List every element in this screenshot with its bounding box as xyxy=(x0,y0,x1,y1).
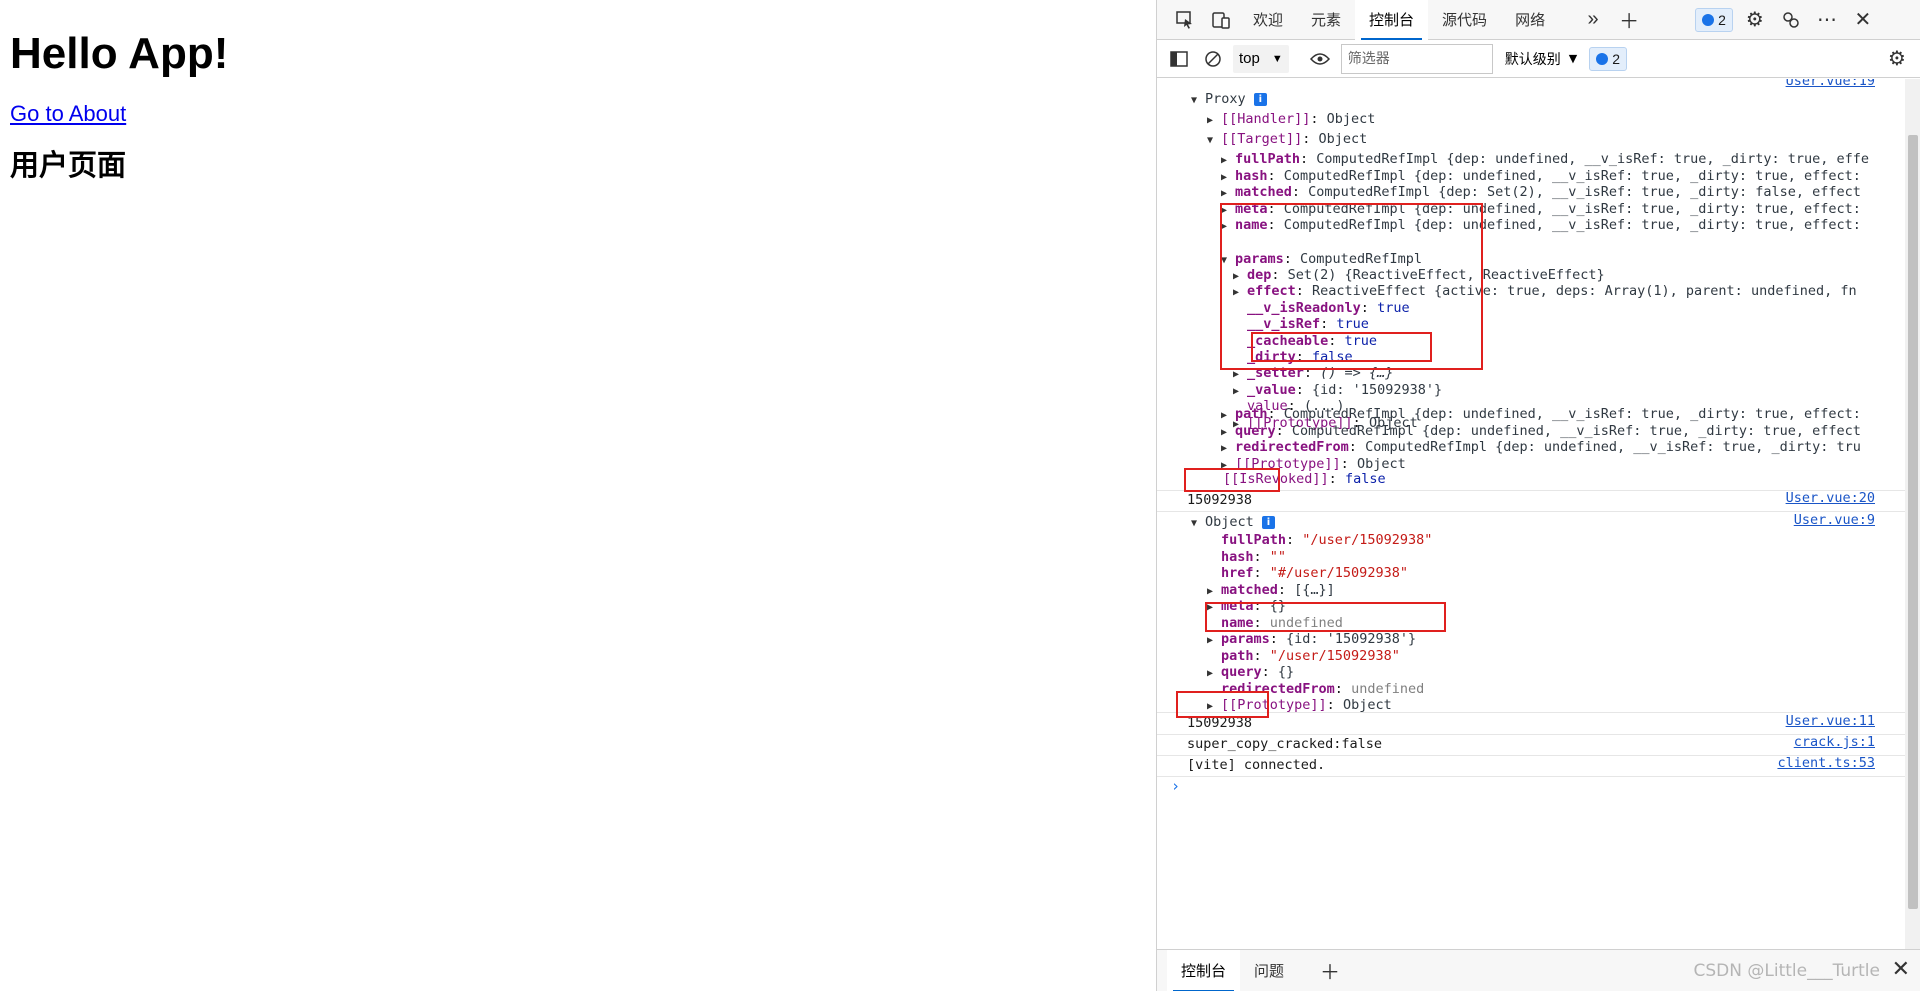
message-icon xyxy=(1702,13,1715,26)
devtools-tabbar: 欢迎 元素 控制台 源代码 网络 » ＋ 2 ⚙ ⋯ ✕ xyxy=(1157,0,1920,40)
drawer-tab-issues[interactable]: 问题 xyxy=(1240,950,1298,991)
dropdown-icon: ▼ xyxy=(1568,52,1578,65)
dropdown-icon: ▼ xyxy=(1271,52,1283,65)
handler-key: [[Handler]] xyxy=(1221,111,1311,127)
separator xyxy=(1157,776,1905,777)
context-selector[interactable]: top ▼ xyxy=(1233,44,1289,73)
log-levels-label: 默认级别 xyxy=(1504,51,1561,68)
expand-triangle-icon: ▶ xyxy=(1221,221,1228,232)
more-options-icon[interactable]: ⋯ xyxy=(1809,2,1845,38)
about-link[interactable]: Go to About xyxy=(10,101,126,127)
tree-node[interactable]: ▼ Object i xyxy=(1191,512,1275,532)
scrollbar-thumb[interactable] xyxy=(1908,135,1918,909)
tab-console[interactable]: 控制台 xyxy=(1355,0,1429,40)
property-value: [{…}] xyxy=(1294,581,1335,598)
message-icon xyxy=(1596,52,1609,65)
tree-node[interactable]: ▶ name: ComputedRefImpl {dep: undefined, … xyxy=(1221,215,1861,235)
page-heading: Hello App! xyxy=(10,29,229,78)
sidebar-toggle-icon[interactable] xyxy=(1165,41,1193,77)
issues-badge[interactable]: 2 xyxy=(1695,7,1733,32)
handler-value: Object xyxy=(1326,111,1376,127)
console-output[interactable]: User.vue:19 ▼ Proxy i ▶ [[Handler]]: Objec… xyxy=(1157,79,1905,949)
source-link[interactable]: User.vue:9 xyxy=(1794,512,1875,528)
device-emulation-icon[interactable] xyxy=(1203,2,1239,38)
tab-sources[interactable]: 源代码 xyxy=(1428,0,1501,40)
csdn-watermark: CSDN @Little___Turtle xyxy=(1693,961,1881,981)
route-object-label: Object xyxy=(1205,514,1254,530)
source-link[interactable]: crack.js:1 xyxy=(1794,734,1875,750)
property-value: Object xyxy=(1342,697,1392,713)
target-value: Object xyxy=(1318,131,1368,147)
console-scrollbar[interactable] xyxy=(1905,79,1920,949)
tree-node[interactable]: ▼ Proxy i xyxy=(1191,89,1267,109)
info-icon: i xyxy=(1261,515,1275,529)
log-line: [vite] connected. xyxy=(1187,757,1326,773)
console-settings-icon[interactable]: ⚙ xyxy=(1879,41,1915,77)
revoked-key: [[IsRevoked]] xyxy=(1223,471,1329,487)
inspect-element-icon[interactable] xyxy=(1167,2,1203,38)
close-drawer-icon[interactable]: ✕ xyxy=(1892,956,1910,982)
drawer-tab-console[interactable]: 控制台 xyxy=(1167,949,1241,991)
revoked-value: false xyxy=(1344,471,1386,487)
devtools-panel: 欢迎 元素 控制台 源代码 网络 » ＋ 2 ⚙ ⋯ ✕ top ▼ 筛选器 默… xyxy=(1156,0,1920,991)
clear-console-icon[interactable] xyxy=(1199,41,1227,77)
target-key: [[Target]] xyxy=(1221,131,1303,147)
source-link[interactable]: User.vue:19 xyxy=(1786,79,1875,89)
log-line: 15092938 xyxy=(1187,715,1253,731)
context-value: top xyxy=(1239,50,1260,67)
console-prompt-icon[interactable]: › xyxy=(1171,776,1180,796)
add-tab-icon[interactable]: ＋ xyxy=(1611,2,1647,38)
levels-issues-badge[interactable]: 2 xyxy=(1589,46,1628,71)
property-value: ComputedRefImpl {dep: undefined, __v_isR… xyxy=(1283,217,1861,233)
property-key: name xyxy=(1235,217,1268,233)
source-link[interactable]: User.vue:11 xyxy=(1786,713,1875,729)
filter-input[interactable] xyxy=(1340,43,1493,74)
issues-count: 2 xyxy=(1718,11,1726,28)
gear-icon[interactable]: ⚙ xyxy=(1737,2,1773,38)
source-link[interactable]: User.vue:20 xyxy=(1786,490,1875,506)
console-toolbar: top ▼ 默认级别 ▼ 2 ⚙ xyxy=(1157,40,1920,78)
log-line: super_copy_cracked:false xyxy=(1187,736,1383,752)
property-value: "/user/15092938" xyxy=(1302,532,1433,548)
log-line: 15092938 xyxy=(1187,492,1253,508)
tab-elements[interactable]: 元素 xyxy=(1297,0,1355,40)
log-levels-dropdown[interactable]: 默认级别 ▼ xyxy=(1499,49,1583,69)
tab-welcome[interactable]: 欢迎 xyxy=(1239,0,1297,40)
property-value: true xyxy=(1377,299,1410,316)
property-value: ComputedRefImpl {dep: undefined, __v_isR… xyxy=(1365,439,1861,455)
connections-icon[interactable] xyxy=(1773,2,1809,38)
tree-node: [[IsRevoked]]: false xyxy=(1223,471,1386,487)
app-page: Hello App! Go to About 用户页面 xyxy=(0,0,1156,991)
more-tabs-icon[interactable]: » xyxy=(1575,2,1611,38)
user-page-heading: 用户页面 xyxy=(10,149,127,182)
close-devtools-icon[interactable]: ✕ xyxy=(1845,2,1881,38)
property-key: [[Prototype]] xyxy=(1221,697,1327,713)
info-icon: i xyxy=(1253,92,1267,106)
source-link[interactable]: client.ts:53 xyxy=(1777,755,1875,771)
tab-network[interactable]: 网络 xyxy=(1501,0,1559,40)
levels-issues-count: 2 xyxy=(1612,50,1621,67)
proxy-label: Proxy xyxy=(1205,91,1246,107)
tree-node[interactable]: ▼ [[Target]]: Object xyxy=(1207,129,1367,149)
eye-icon[interactable] xyxy=(1305,41,1335,77)
tree-node[interactable]: ▶ [[Handler]]: Object xyxy=(1207,109,1375,129)
add-drawer-tab-icon[interactable]: ＋ xyxy=(1312,953,1348,989)
